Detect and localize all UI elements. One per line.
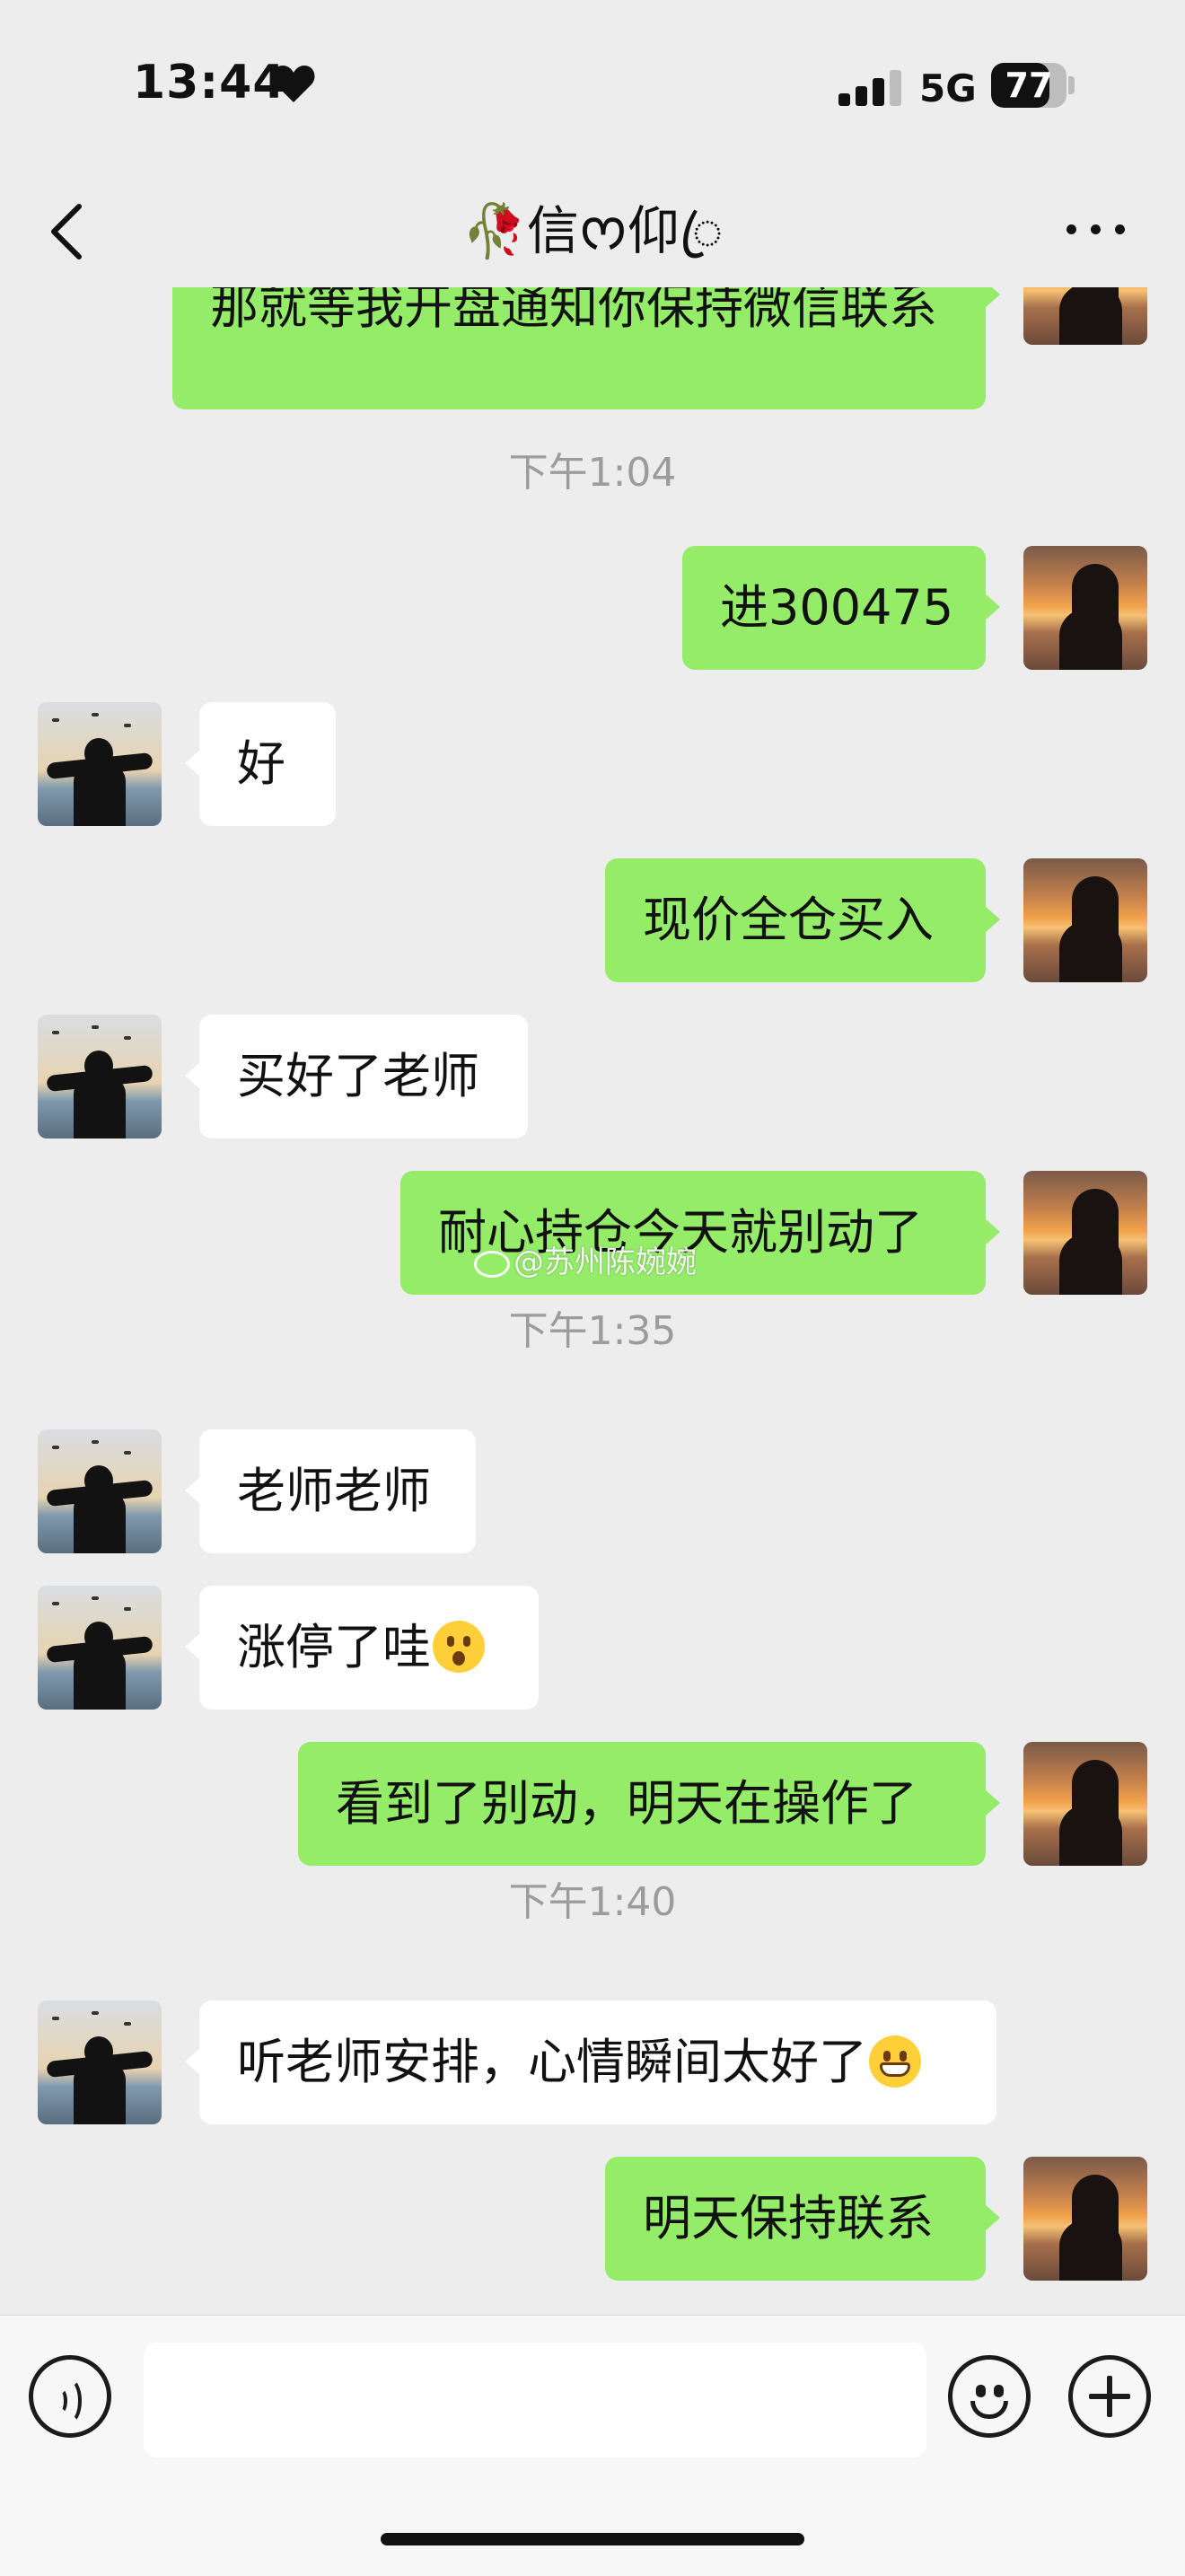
battery-icon: 77 <box>991 63 1066 108</box>
message-text: 明天保持联系 <box>643 2190 934 2246</box>
message-text: 看到了别动，明天在操作了 <box>336 1775 917 1832</box>
message-bubble[interactable]: 老师老师 <box>185 1429 476 1553</box>
message-text: 好 <box>237 735 285 792</box>
timestamp: 下午1:40 <box>508 1879 677 1925</box>
message-bubble[interactable]: 看到了别动，明天在操作了 <box>298 1742 1000 1866</box>
message-text: 老师老师 <box>237 1463 431 1519</box>
my-avatar[interactable] <box>1023 858 1147 982</box>
watermark: @苏州陈婉婉 <box>474 1237 697 1281</box>
message-bubble[interactable]: 那就等我开盘通知你保持微信联系 <box>172 287 1000 409</box>
battery-cap <box>1068 76 1075 94</box>
my-avatar[interactable] <box>1023 546 1147 670</box>
message-text: 涨停了哇 <box>237 1619 431 1675</box>
my-avatar[interactable] <box>1023 2157 1147 2281</box>
message-text: 买好了老师 <box>237 1048 479 1104</box>
hushed-face-emoji <box>433 1621 485 1674</box>
signal-icon <box>838 66 901 106</box>
chat-title: 🥀信ᰔ仰ꦿ <box>461 200 724 261</box>
network-type: 5G <box>919 66 977 110</box>
more-icon[interactable] <box>1065 215 1128 242</box>
status-time: 13:44 <box>133 56 286 110</box>
battery-level: 77 <box>1005 66 1053 105</box>
voice-icon[interactable] <box>29 2355 111 2438</box>
message-bubble[interactable]: 听老师安排，心情瞬间太好了 <box>185 2000 996 2124</box>
emoji-icon[interactable] <box>948 2355 1031 2438</box>
timestamp: 下午1:35 <box>508 1308 677 1354</box>
message-text: 现价全仓买入 <box>643 892 934 948</box>
message-input[interactable] <box>144 2343 926 2457</box>
contact-avatar[interactable] <box>38 702 162 826</box>
message-text: 进300475 <box>720 579 954 636</box>
weibo-icon <box>474 1250 510 1278</box>
input-bar <box>0 2315 1185 2576</box>
message-bubble[interactable]: 好 <box>185 702 336 826</box>
home-indicator[interactable] <box>381 2533 804 2545</box>
message-text: 听老师安排，心情瞬间太好了 <box>237 2034 867 2090</box>
contact-avatar[interactable] <box>38 1429 162 1553</box>
chat-area[interactable]: 那就等我开盘通知你保持微信联系 下午1:04 进300475 好 现价全仓买入 … <box>0 287 1185 2315</box>
timestamp: 下午1:04 <box>508 450 677 496</box>
watermark-text: @苏州陈婉婉 <box>514 1244 697 1280</box>
my-avatar[interactable] <box>1023 1171 1147 1295</box>
heart-icon <box>272 66 315 102</box>
message-bubble[interactable]: 现价全仓买入 <box>605 858 1000 982</box>
contact-avatar[interactable] <box>38 1586 162 1710</box>
message-bubble[interactable]: 涨停了哇 <box>185 1586 539 1710</box>
grimacing-face-emoji <box>869 2035 921 2088</box>
contact-avatar[interactable] <box>38 1015 162 1139</box>
contact-avatar[interactable] <box>38 2000 162 2124</box>
nav-bar: 🥀信ᰔ仰ꦿ <box>0 171 1185 287</box>
plus-icon[interactable] <box>1068 2355 1151 2438</box>
status-bar: 13:44 5G 77 <box>0 0 1185 171</box>
my-avatar[interactable] <box>1023 1742 1147 1866</box>
message-bubble[interactable]: 明天保持联系 <box>605 2157 1000 2281</box>
message-bubble[interactable]: 进300475 <box>682 546 1000 670</box>
message-bubble[interactable]: 买好了老师 <box>185 1015 528 1139</box>
